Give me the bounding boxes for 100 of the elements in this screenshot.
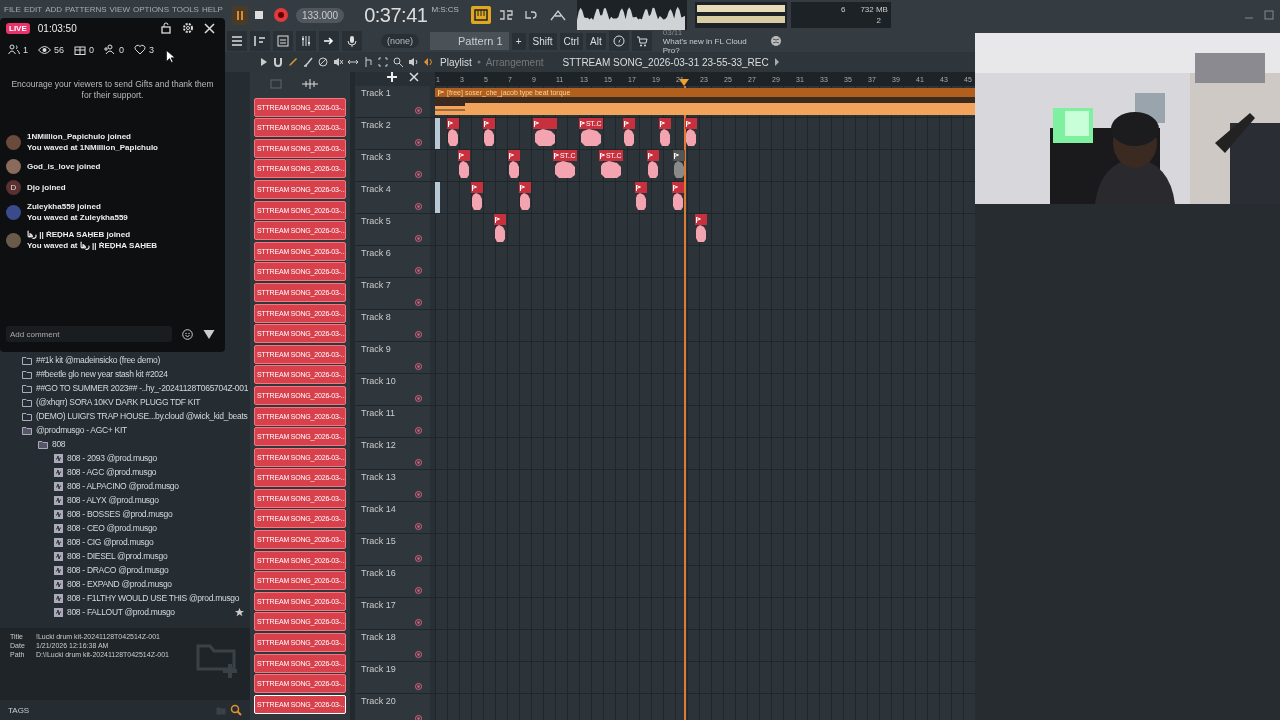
track-lane[interactable] (435, 502, 975, 533)
pattern-clip[interactable] (494, 214, 506, 245)
track-enable-icon[interactable] (415, 427, 422, 434)
track-name[interactable]: Track 14 (361, 504, 396, 514)
pattern-clip[interactable] (635, 182, 647, 213)
track-lane[interactable] (435, 278, 975, 309)
track-enable-icon[interactable] (415, 395, 422, 402)
tags-label[interactable]: TAGS (8, 705, 30, 715)
track-name[interactable]: Track 10 (361, 376, 396, 386)
settings-icon[interactable] (182, 22, 194, 34)
track-enable-icon[interactable] (415, 523, 422, 530)
modifier-key[interactable]: Alt (586, 32, 606, 50)
menu-item[interactable]: EDIT (23, 5, 43, 14)
track-enable-icon[interactable] (415, 651, 422, 658)
menu-item[interactable]: VIEW (109, 5, 130, 14)
track-enable-icon[interactable] (415, 203, 422, 210)
speaker-icon[interactable] (408, 57, 418, 67)
delete-icon[interactable] (318, 57, 328, 67)
pattern-clip[interactable] (623, 118, 635, 149)
track-enable-icon[interactable] (415, 363, 422, 370)
track-name[interactable]: Track 12 (361, 440, 396, 450)
pattern-clip[interactable] (673, 150, 685, 181)
folder-icon[interactable] (22, 383, 32, 393)
browser-item[interactable]: ##1k kit @madeinsicko (free demo) (36, 355, 160, 365)
pattern-clip[interactable] (483, 118, 495, 149)
pattern-clip[interactable] (695, 214, 707, 245)
track-enable-icon[interactable] (415, 139, 422, 146)
hint-text[interactable]: What's new in FL Cloud Pro? (662, 36, 763, 55)
brush-icon[interactable] (303, 57, 313, 67)
magnet-icon[interactable] (273, 57, 283, 67)
menu-item[interactable]: OPTIONS (132, 5, 169, 14)
track-name[interactable]: Track 9 (361, 344, 391, 354)
help-icon[interactable] (608, 31, 629, 51)
browser-item[interactable]: @prodmusgo - AGC+ KIT (36, 425, 127, 435)
track-lane[interactable] (435, 438, 975, 469)
folder-icon[interactable] (22, 411, 32, 421)
menu-item[interactable]: ADD (45, 5, 63, 14)
track-enable-icon[interactable] (415, 235, 422, 242)
track-name[interactable]: Track 11 (361, 408, 395, 418)
browser-item[interactable]: 808 - FALLOUT @prod.musgo (67, 607, 175, 617)
caret-icon[interactable] (773, 58, 780, 66)
maximize-icon[interactable] (1264, 10, 1274, 20)
track-name[interactable]: Track 7 (361, 280, 391, 290)
track-lane[interactable] (435, 214, 975, 245)
track-name[interactable]: Track 18 (361, 632, 396, 642)
track-name[interactable]: Track 19 (361, 664, 396, 674)
send-icon[interactable] (203, 328, 215, 340)
browser-item[interactable]: ##GO TO SUMMER 2023## -..hy_-20241128T065704Z-001 (36, 383, 249, 393)
track-lane[interactable] (435, 630, 975, 661)
zoom-icon[interactable] (393, 57, 403, 67)
pattern-clip[interactable] (447, 118, 459, 149)
track-enable-icon[interactable] (415, 331, 422, 338)
browser-item[interactable]: 808 - ALYX @prod.musgo (67, 495, 159, 505)
slip-icon[interactable] (348, 57, 358, 67)
menu-item[interactable]: TOOLS (172, 5, 199, 14)
track-enable-icon[interactable] (415, 683, 422, 690)
add-pattern-button[interactable]: + (511, 32, 526, 50)
menu-item[interactable]: FILE (4, 5, 21, 14)
browser-item[interactable]: 808 - BOSSES @prod.musgo (67, 509, 173, 519)
folder-icon[interactable] (22, 355, 32, 365)
search-icon[interactable] (230, 704, 242, 716)
track-name[interactable]: Track 20 (361, 696, 396, 706)
track-name[interactable]: Track 4 (361, 184, 391, 194)
pattern-clip[interactable] (647, 150, 659, 181)
folder-icon[interactable] (22, 369, 32, 379)
browser-item[interactable]: 808 - F1LTHY WOULD USE THIS @prod.musgo (67, 593, 240, 603)
comment-field[interactable]: Add comment (6, 326, 173, 342)
track-enable-icon[interactable] (415, 715, 422, 720)
track-enable-icon[interactable] (415, 491, 422, 498)
stop-button[interactable] (252, 9, 266, 21)
browser-item[interactable]: 808 - DIESEL @prod.musgo (67, 551, 168, 561)
track-lane[interactable] (435, 470, 975, 501)
menu-item[interactable]: HELP (201, 5, 223, 14)
select-icon[interactable] (378, 57, 388, 67)
plus-icon[interactable] (387, 72, 397, 82)
track-name[interactable]: Track 16 (361, 568, 396, 578)
track-enable-icon[interactable] (415, 459, 422, 466)
track-lane[interactable] (435, 662, 975, 693)
microphone-icon[interactable] (342, 31, 362, 51)
track-lane[interactable] (435, 598, 975, 629)
browser-item[interactable]: 808 (52, 439, 66, 449)
track-name[interactable]: Track 2 (361, 120, 391, 130)
tempo-display[interactable]: 133.000 (296, 7, 345, 23)
track-enable-icon[interactable] (415, 555, 422, 562)
track-name[interactable]: Track 1 (361, 88, 391, 98)
track-name[interactable]: Track 6 (361, 248, 391, 258)
track-enable-icon[interactable] (415, 619, 422, 626)
track-enable-icon[interactable] (415, 299, 422, 306)
browser-item[interactable]: 808 - ALPACINO @prod.musgo (67, 481, 179, 491)
track-name[interactable]: Track 5 (361, 216, 391, 226)
browser-item[interactable]: 808 - EXPAND @prod.musgo (67, 579, 172, 589)
mute-icon[interactable] (333, 57, 343, 67)
channel-selector[interactable]: (none) (381, 34, 419, 48)
pattern-selector[interactable]: Pattern 1 (430, 32, 509, 50)
typing-keyboard-button[interactable] (470, 6, 491, 24)
track-lane[interactable] (435, 566, 975, 597)
track-name[interactable]: Track 3 (361, 152, 391, 162)
track-lane[interactable] (435, 374, 975, 405)
emoji-icon[interactable] (182, 328, 194, 340)
pattern-clip[interactable] (672, 182, 684, 213)
